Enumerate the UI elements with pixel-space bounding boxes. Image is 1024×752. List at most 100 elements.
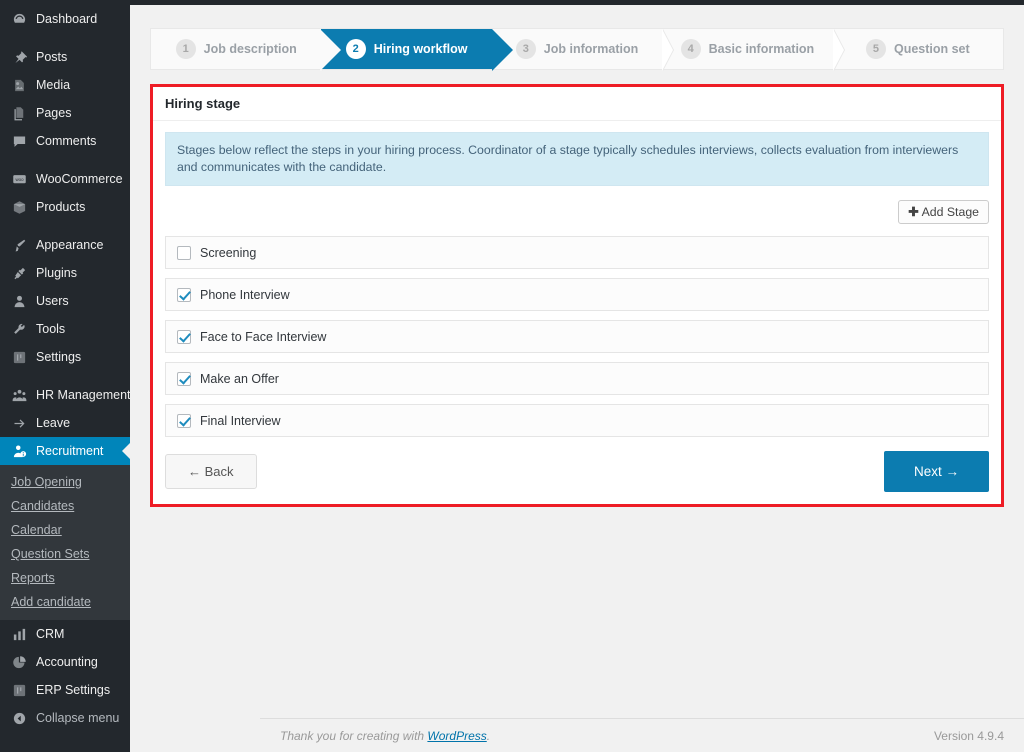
sidebar-item-hr-management[interactable]: HR Management (0, 381, 131, 409)
sidebar-item-label: Collapse menu (36, 711, 120, 725)
woocommerce-icon: woo (9, 169, 29, 189)
sidebar-item-label: Tools (36, 322, 66, 336)
dashboard-icon (9, 9, 29, 29)
sidebar-item-woocommerce[interactable]: woo WooCommerce (0, 165, 130, 193)
add-stage-button[interactable]: ✚ Add Stage (898, 200, 989, 224)
stage-row[interactable]: Face to Face Interview (165, 320, 989, 353)
footer-thanks-suffix: . (486, 728, 491, 743)
add-stage-label: Add Stage (921, 205, 979, 219)
next-button[interactable]: Next → (883, 451, 989, 492)
stage-checkbox[interactable] (177, 413, 191, 428)
sidebar-item-label: Dashboard (36, 12, 98, 26)
sidebar-item-label: Plugins (36, 266, 77, 280)
step-number: 4 (680, 39, 701, 59)
sidebar-item-comments[interactable]: Comments (0, 127, 130, 155)
sidebar-separator (0, 33, 130, 43)
step-label: Hiring workflow (373, 42, 468, 56)
submenu-item-reports[interactable]: Reports (0, 566, 130, 590)
stage-row[interactable]: Final Interview (165, 404, 989, 437)
plugin-icon (9, 263, 29, 283)
admin-bar (0, 0, 1024, 5)
user-icon (9, 291, 29, 311)
hiring-stage-list[interactable]: Screening Phone Interview Face to Face Int… (165, 236, 989, 437)
page-footer: Thank you for creating with WordPress. V… (260, 718, 1024, 752)
wizard-step-5[interactable]: 5 Question set (832, 29, 1004, 69)
sidebar-item-label: Accounting (36, 655, 98, 669)
wizard-step-1[interactable]: 1 Job description (151, 29, 334, 71)
sidebar-item-crm[interactable]: CRM (0, 620, 130, 648)
sidebar-separator (0, 221, 130, 231)
sidebar-item-label: Appearance (36, 238, 104, 252)
stage-row[interactable]: Make an Offer (165, 362, 989, 395)
sidebar-item-users[interactable]: Users (0, 287, 130, 315)
sidebar-item-leave[interactable]: Leave (0, 409, 130, 437)
sidebar-item-accounting[interactable]: Accounting (0, 648, 130, 676)
settings-icon (9, 347, 29, 367)
brush-icon (9, 235, 29, 255)
back-button[interactable]: ← Back (165, 454, 257, 489)
wizard-step-2[interactable]: 2 Hiring workflow (320, 29, 514, 71)
step-wizard[interactable]: 1 Job description 2 Hiring workflow 3 Job inf… (150, 28, 1004, 71)
step-number: 5 (865, 39, 886, 59)
step-label: Basic information (708, 42, 815, 56)
sidebar-item-settings[interactable]: Settings (0, 343, 130, 371)
step-label: Job description (203, 42, 297, 56)
arrow-right-icon (9, 413, 29, 433)
hiring-stage-panel-highlight: Hiring stage Stages below reflect the st… (150, 84, 1004, 507)
sidebar-item-label: CRM (36, 627, 65, 641)
step-number: 3 (515, 39, 536, 59)
collapse-icon (9, 708, 29, 728)
pin-icon (9, 47, 29, 67)
wizard-step-3[interactable]: 3 Job information (491, 29, 675, 71)
sidebar-item-erp-settings[interactable]: ERP Settings (0, 676, 130, 704)
sidebar-item-products[interactable]: Products (0, 193, 130, 221)
sidebar-item-label: Settings (36, 350, 82, 364)
sidebar-separator (0, 155, 130, 165)
chart-bar-icon (9, 624, 29, 644)
submenu-item-candidates[interactable]: Candidates (0, 494, 130, 518)
submenu-item-question-sets[interactable]: Question Sets (0, 542, 130, 566)
step-label: Question set (893, 42, 970, 56)
sidebar-item-posts[interactable]: Posts (0, 43, 130, 71)
step-notch (320, 29, 342, 71)
stage-row[interactable]: Screening (165, 236, 989, 269)
sidebar-item-plugins[interactable]: Plugins (0, 259, 130, 287)
submenu-item-add-candidate[interactable]: Add candidate (0, 590, 130, 614)
stage-checkbox[interactable] (177, 245, 191, 260)
wizard-step-4[interactable]: 4 Basic information (662, 29, 846, 71)
sidebar-item-label: Media (36, 78, 71, 92)
panel-body: Stages below reflect the steps in your h… (153, 121, 1001, 504)
stage-checkbox[interactable] (177, 371, 191, 386)
sidebar-item-label: WooCommerce (36, 172, 123, 186)
sidebar-item-label: Comments (36, 134, 97, 148)
stage-checkbox[interactable] (177, 287, 191, 302)
sidebar-item-collapse-menu[interactable]: Collapse menu (0, 704, 130, 732)
sidebar-item-tools[interactable]: Tools (0, 315, 130, 343)
sidebar-item-pages[interactable]: Pages (0, 99, 130, 127)
stage-checkbox[interactable] (177, 329, 191, 344)
step-number: 2 (345, 39, 366, 59)
plus-icon: ✚ (908, 205, 919, 219)
add-stage-row: ✚ Add Stage (165, 200, 989, 224)
hiring-stage-notice: Stages below reflect the steps in your h… (165, 132, 989, 186)
sidebar-menu-top: Dashboard Posts Media Pages Comments woo WooCo… (0, 5, 131, 465)
sidebar-item-appearance[interactable]: Appearance (0, 231, 130, 259)
submenu-item-calendar[interactable]: Calendar (0, 518, 130, 542)
sidebar-item-label: ERP Settings (36, 683, 111, 697)
sidebar-item-recruitment[interactable]: Recruitment (0, 437, 130, 465)
wordpress-link[interactable]: WordPress (427, 729, 486, 743)
sidebar-item-media[interactable]: Media (0, 71, 130, 99)
pages-icon (9, 103, 29, 123)
admin-sidebar[interactable]: Dashboard Posts Media Pages Comments woo WooCo… (0, 0, 131, 752)
sidebar-item-label: Posts (36, 50, 68, 64)
sidebar-item-label: Recruitment (36, 444, 104, 458)
sidebar-item-label: Products (36, 200, 86, 214)
submenu-item-job-opening[interactable]: Job Opening (0, 470, 130, 494)
sidebar-item-label: Leave (36, 416, 71, 430)
footer-thanks-prefix: Thank you for creating with (280, 728, 428, 743)
sidebar-separator (0, 371, 130, 381)
sidebar-item-label: Pages (36, 106, 72, 120)
sidebar-item-dashboard[interactable]: Dashboard (0, 5, 130, 33)
stage-row[interactable]: Phone Interview (165, 278, 989, 311)
recruitment-submenu[interactable]: Job Opening Candidates Calendar Question Se… (0, 465, 130, 620)
